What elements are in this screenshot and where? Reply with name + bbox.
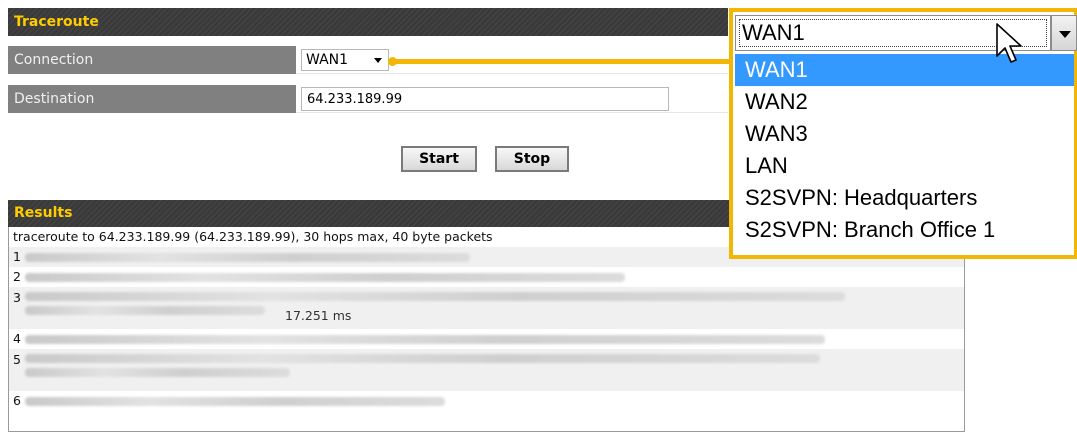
connection-select[interactable]: WAN1 — [301, 49, 389, 71]
result-row: 6 — [9, 391, 964, 411]
redacted-text — [25, 334, 825, 344]
dropdown-option-lan[interactable]: LAN — [735, 150, 1074, 182]
redacted-text — [25, 396, 445, 406]
stop-button[interactable]: Stop — [495, 146, 569, 172]
traceroute-panel-title: Traceroute — [8, 8, 728, 36]
hop-number: 5 — [13, 352, 21, 367]
dropdown-option-s2svpn-branch-office-1[interactable]: S2SVPN: Branch Office 1 — [735, 214, 1074, 246]
mouse-pointer-icon — [996, 23, 1022, 63]
result-row: 5 — [9, 349, 964, 391]
connection-label: Connection — [8, 46, 296, 74]
dropdown-options-list: WAN1 WAN2 WAN3 LAN S2SVPN: Headquarters … — [735, 54, 1074, 246]
result-row: 4 — [9, 329, 964, 349]
hop-number: 2 — [13, 269, 21, 284]
dropdown-option-wan3[interactable]: WAN3 — [735, 118, 1074, 150]
hop-time: 17.251 ms — [285, 308, 352, 323]
results-title: Results — [14, 205, 73, 221]
destination-input[interactable] — [301, 87, 669, 111]
result-row: 3 17.251 ms — [9, 287, 964, 329]
connection-select-value: WAN1 — [306, 52, 349, 68]
traceroute-title: Traceroute — [14, 14, 99, 30]
dropdown-option-s2svpn-headquarters[interactable]: S2SVPN: Headquarters — [735, 182, 1074, 214]
result-row: 2 — [9, 267, 964, 287]
destination-label: Destination — [8, 85, 296, 113]
start-button[interactable]: Start — [401, 146, 477, 172]
dropdown-arrow-icon — [374, 58, 382, 63]
redacted-text — [25, 272, 625, 282]
callout-line — [393, 59, 731, 64]
redacted-text — [25, 252, 470, 262]
hop-number: 6 — [13, 393, 21, 408]
dropdown-arrow-icon — [1059, 31, 1071, 38]
hop-number: 4 — [13, 331, 21, 346]
hop-number: 1 — [13, 249, 21, 264]
dropdown-toggle-button[interactable] — [1051, 15, 1077, 51]
redacted-text — [25, 291, 845, 315]
redacted-text — [25, 353, 820, 377]
hop-number: 3 — [13, 290, 21, 305]
dropdown-option-wan2[interactable]: WAN2 — [735, 86, 1074, 118]
